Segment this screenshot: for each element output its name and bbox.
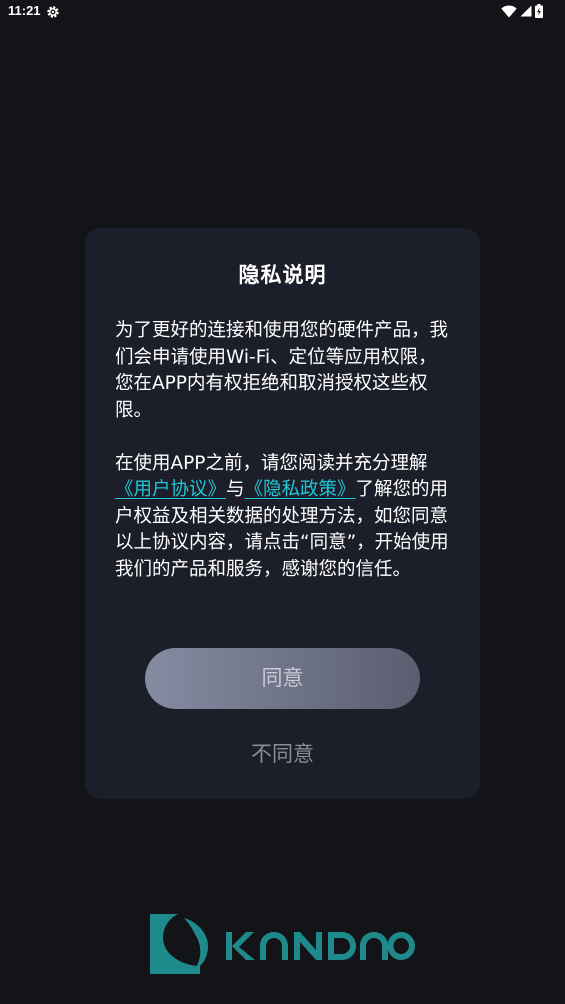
privacy-policy-link[interactable]: 《隐私政策》: [245, 479, 356, 500]
agreement-text-between: 与: [226, 479, 245, 500]
cellular-signal-icon: [520, 5, 532, 17]
dialog-title: 隐私说明: [238, 263, 327, 287]
status-icons: [501, 3, 543, 19]
settings-gear-icon: [46, 4, 60, 18]
agreement-text-before: 在使用APP之前，请您阅读并充分理解: [115, 452, 428, 474]
wifi-icon: [501, 4, 517, 18]
kandao-logo: [150, 912, 415, 976]
kandao-logo-mark: [150, 914, 415, 974]
status-bar: 11:21: [0, 0, 565, 24]
disagree-button[interactable]: 不同意: [145, 734, 420, 774]
dialog-body: 为了更好的连接和使用您的硬件产品，我们会申请使用Wi-Fi、定位等应用权限，您在…: [115, 318, 455, 583]
agree-button[interactable]: 同意: [145, 648, 420, 709]
status-time: 11:21: [8, 3, 41, 18]
agreement-paragraph: 在使用APP之前，请您阅读并充分理解《用户协议》与《隐私政策》了解您的用户权益及…: [115, 451, 455, 584]
user-agreement-link[interactable]: 《用户协议》: [115, 479, 226, 500]
permissions-paragraph: 为了更好的连接和使用您的硬件产品，我们会申请使用Wi-Fi、定位等应用权限，您在…: [115, 320, 449, 421]
battery-icon: [535, 4, 543, 18]
